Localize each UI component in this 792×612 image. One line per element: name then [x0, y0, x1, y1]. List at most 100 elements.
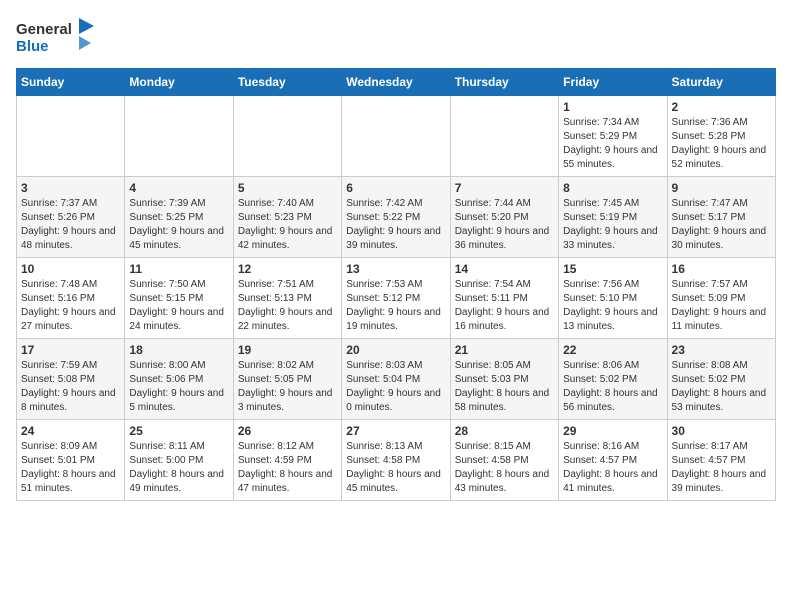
day-info: Sunrise: 7:54 AM Sunset: 5:11 PM Dayligh…: [455, 278, 554, 334]
day-number: 4: [129, 181, 228, 195]
calendar-cell: 16 Sunrise: 7:57 AM Sunset: 5:09 PM Dayli…: [667, 258, 775, 339]
day-info: Sunrise: 7:45 AM Sunset: 5:19 PM Dayligh…: [563, 197, 662, 253]
calendar-cell: 1Sunrise: 7:34 AM Sunset: 5:29 PM Daylig…: [559, 96, 667, 177]
week-row-3: 17 Sunrise: 7:59 AM Sunset: 5:08 PM Dayli…: [17, 339, 776, 420]
day-number: 12: [238, 262, 337, 276]
calendar-cell: [342, 96, 450, 177]
day-info: Sunrise: 7:40 AM Sunset: 5:23 PM Dayligh…: [238, 197, 337, 253]
day-number: 2: [672, 100, 771, 114]
calendar-cell: 7Sunrise: 7:44 AM Sunset: 5:20 PM Daylig…: [450, 177, 558, 258]
calendar-cell: [450, 96, 558, 177]
day-info: Sunrise: 8:12 AM Sunset: 4:59 PM Dayligh…: [238, 440, 337, 496]
day-info: Sunrise: 7:50 AM Sunset: 5:15 PM Dayligh…: [129, 278, 228, 334]
calendar-cell: 20 Sunrise: 8:03 AM Sunset: 5:04 PM Dayli…: [342, 339, 450, 420]
day-number: 7: [455, 181, 554, 195]
calendar-table: SundayMondayTuesdayWednesdayThursdayFrid…: [16, 68, 776, 501]
week-row-2: 10 Sunrise: 7:48 AM Sunset: 5:16 PM Dayli…: [17, 258, 776, 339]
day-info: Sunrise: 8:08 AM Sunset: 5:02 PM Dayligh…: [672, 359, 771, 415]
day-info: Sunrise: 7:59 AM Sunset: 5:08 PM Dayligh…: [21, 359, 120, 415]
calendar-cell: 2 Sunrise: 7:36 AM Sunset: 5:28 PM Daylig…: [667, 96, 775, 177]
calendar-cell: [233, 96, 341, 177]
logo-svg: GeneralBlue: [16, 16, 96, 56]
day-number: 24: [21, 424, 120, 438]
calendar-cell: 9Sunrise: 7:47 AM Sunset: 5:17 PM Daylig…: [667, 177, 775, 258]
calendar-cell: 12 Sunrise: 7:51 AM Sunset: 5:13 PM Dayli…: [233, 258, 341, 339]
day-info: Sunrise: 8:16 AM Sunset: 4:57 PM Dayligh…: [563, 440, 662, 496]
day-number: 15: [563, 262, 662, 276]
calendar-cell: 14Sunrise: 7:54 AM Sunset: 5:11 PM Dayli…: [450, 258, 558, 339]
day-number: 6: [346, 181, 445, 195]
day-number: 17: [21, 343, 120, 357]
calendar-cell: 28Sunrise: 8:15 AM Sunset: 4:58 PM Dayli…: [450, 420, 558, 501]
day-header-saturday: Saturday: [667, 69, 775, 96]
day-number: 19: [238, 343, 337, 357]
calendar-cell: 26 Sunrise: 8:12 AM Sunset: 4:59 PM Dayli…: [233, 420, 341, 501]
calendar-cell: 10 Sunrise: 7:48 AM Sunset: 5:16 PM Dayli…: [17, 258, 125, 339]
calendar-cell: 4 Sunrise: 7:39 AM Sunset: 5:25 PM Daylig…: [125, 177, 233, 258]
calendar-cell: 22 Sunrise: 8:06 AM Sunset: 5:02 PM Dayli…: [559, 339, 667, 420]
day-info: Sunrise: 7:48 AM Sunset: 5:16 PM Dayligh…: [21, 278, 120, 334]
day-number: 10: [21, 262, 120, 276]
calendar-cell: 8Sunrise: 7:45 AM Sunset: 5:19 PM Daylig…: [559, 177, 667, 258]
day-info: Sunrise: 7:36 AM Sunset: 5:28 PM Dayligh…: [672, 116, 771, 172]
day-header-friday: Friday: [559, 69, 667, 96]
day-info: Sunrise: 7:57 AM Sunset: 5:09 PM Dayligh…: [672, 278, 771, 334]
day-info: Sunrise: 8:11 AM Sunset: 5:00 PM Dayligh…: [129, 440, 228, 496]
day-header-thursday: Thursday: [450, 69, 558, 96]
week-row-0: 1Sunrise: 7:34 AM Sunset: 5:29 PM Daylig…: [17, 96, 776, 177]
day-number: 22: [563, 343, 662, 357]
calendar-cell: 23 Sunrise: 8:08 AM Sunset: 5:02 PM Dayli…: [667, 339, 775, 420]
calendar-header-row: SundayMondayTuesdayWednesdayThursdayFrid…: [17, 69, 776, 96]
day-info: Sunrise: 7:56 AM Sunset: 5:10 PM Dayligh…: [563, 278, 662, 334]
day-info: Sunrise: 8:17 AM Sunset: 4:57 PM Dayligh…: [672, 440, 771, 496]
calendar-cell: [17, 96, 125, 177]
calendar-cell: 30Sunrise: 8:17 AM Sunset: 4:57 PM Dayli…: [667, 420, 775, 501]
day-info: Sunrise: 8:06 AM Sunset: 5:02 PM Dayligh…: [563, 359, 662, 415]
day-number: 23: [672, 343, 771, 357]
day-info: Sunrise: 7:39 AM Sunset: 5:25 PM Dayligh…: [129, 197, 228, 253]
day-number: 5: [238, 181, 337, 195]
day-number: 25: [129, 424, 228, 438]
calendar-cell: 6 Sunrise: 7:42 AM Sunset: 5:22 PM Daylig…: [342, 177, 450, 258]
day-info: Sunrise: 7:42 AM Sunset: 5:22 PM Dayligh…: [346, 197, 445, 253]
calendar-cell: 25 Sunrise: 8:11 AM Sunset: 5:00 PM Dayli…: [125, 420, 233, 501]
day-number: 3: [21, 181, 120, 195]
day-info: Sunrise: 7:53 AM Sunset: 5:12 PM Dayligh…: [346, 278, 445, 334]
day-info: Sunrise: 8:03 AM Sunset: 5:04 PM Dayligh…: [346, 359, 445, 415]
svg-text:General: General: [16, 21, 72, 38]
day-number: 18: [129, 343, 228, 357]
week-row-4: 24 Sunrise: 8:09 AM Sunset: 5:01 PM Dayli…: [17, 420, 776, 501]
week-row-1: 3Sunrise: 7:37 AM Sunset: 5:26 PM Daylig…: [17, 177, 776, 258]
calendar-cell: 5 Sunrise: 7:40 AM Sunset: 5:23 PM Daylig…: [233, 177, 341, 258]
calendar-cell: 17 Sunrise: 7:59 AM Sunset: 5:08 PM Dayli…: [17, 339, 125, 420]
day-info: Sunrise: 7:51 AM Sunset: 5:13 PM Dayligh…: [238, 278, 337, 334]
day-info: Sunrise: 8:00 AM Sunset: 5:06 PM Dayligh…: [129, 359, 228, 415]
calendar-cell: 13Sunrise: 7:53 AM Sunset: 5:12 PM Dayli…: [342, 258, 450, 339]
calendar-cell: 19 Sunrise: 8:02 AM Sunset: 5:05 PM Dayli…: [233, 339, 341, 420]
calendar-cell: 11 Sunrise: 7:50 AM Sunset: 5:15 PM Dayli…: [125, 258, 233, 339]
day-number: 21: [455, 343, 554, 357]
day-number: 26: [238, 424, 337, 438]
svg-text:Blue: Blue: [16, 38, 49, 55]
calendar-cell: 3Sunrise: 7:37 AM Sunset: 5:26 PM Daylig…: [17, 177, 125, 258]
page-header: GeneralBlue: [16, 16, 776, 56]
logo: GeneralBlue: [16, 16, 96, 56]
day-number: 11: [129, 262, 228, 276]
calendar-body: 1Sunrise: 7:34 AM Sunset: 5:29 PM Daylig…: [17, 96, 776, 501]
day-number: 20: [346, 343, 445, 357]
day-number: 29: [563, 424, 662, 438]
day-number: 9: [672, 181, 771, 195]
day-header-monday: Monday: [125, 69, 233, 96]
day-header-tuesday: Tuesday: [233, 69, 341, 96]
day-header-sunday: Sunday: [17, 69, 125, 96]
day-info: Sunrise: 8:13 AM Sunset: 4:58 PM Dayligh…: [346, 440, 445, 496]
calendar-cell: 18 Sunrise: 8:00 AM Sunset: 5:06 PM Dayli…: [125, 339, 233, 420]
calendar-cell: [125, 96, 233, 177]
day-number: 28: [455, 424, 554, 438]
day-info: Sunrise: 8:09 AM Sunset: 5:01 PM Dayligh…: [21, 440, 120, 496]
day-number: 16: [672, 262, 771, 276]
day-info: Sunrise: 8:02 AM Sunset: 5:05 PM Dayligh…: [238, 359, 337, 415]
day-header-wednesday: Wednesday: [342, 69, 450, 96]
calendar-cell: 27Sunrise: 8:13 AM Sunset: 4:58 PM Dayli…: [342, 420, 450, 501]
calendar-cell: 15 Sunrise: 7:56 AM Sunset: 5:10 PM Dayli…: [559, 258, 667, 339]
